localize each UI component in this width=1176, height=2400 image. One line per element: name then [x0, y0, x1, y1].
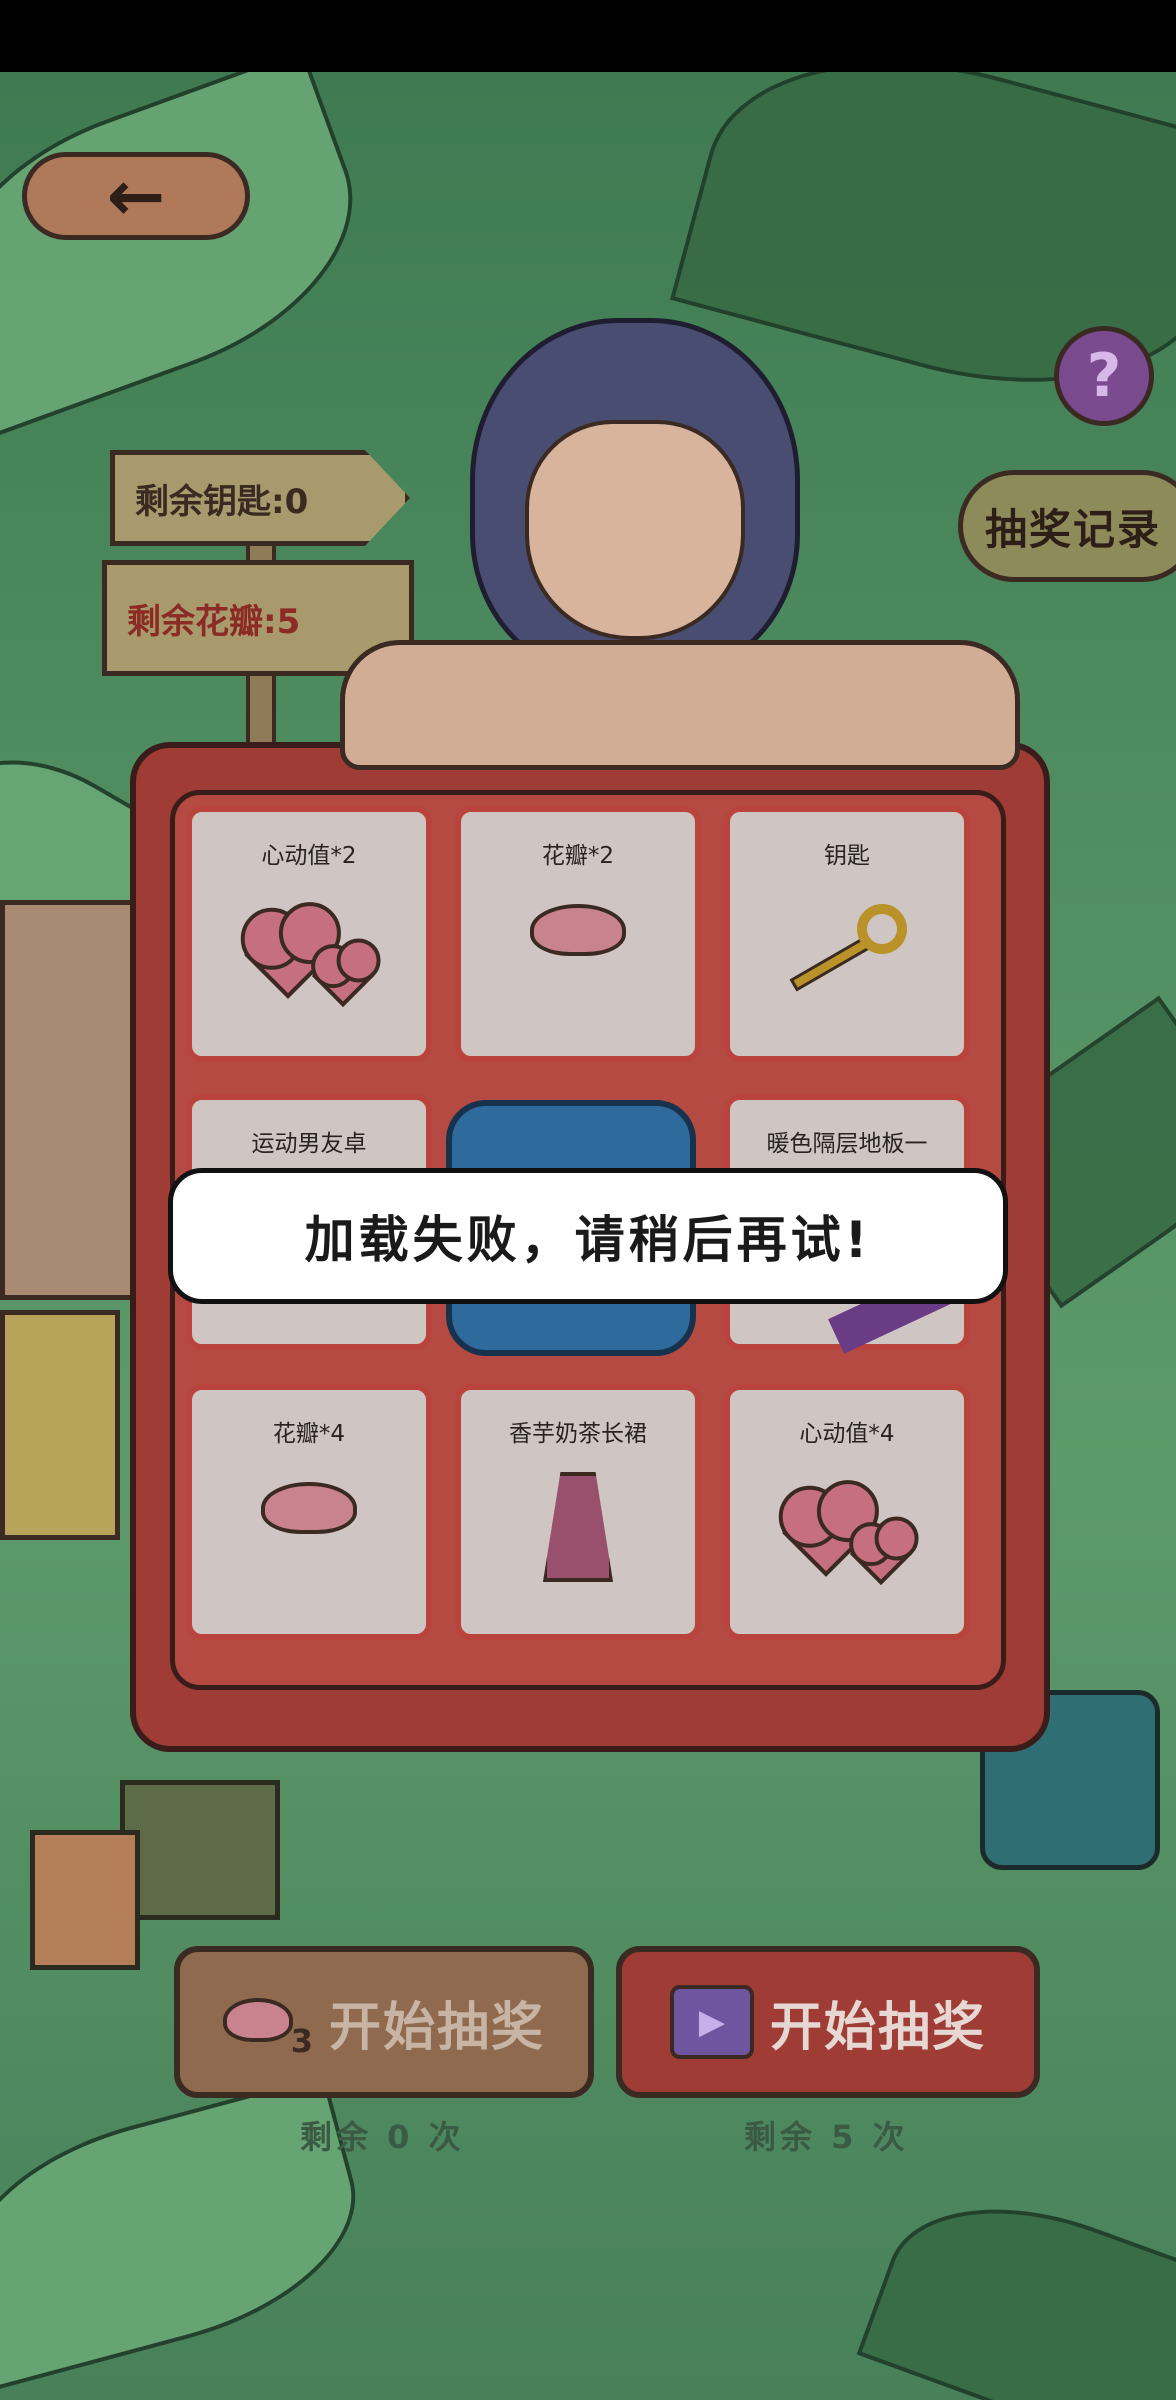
petals-remaining-label: 剩余花瓣:5 — [127, 601, 301, 642]
prize-label: 运动男友卓 — [251, 1131, 367, 1157]
prize-cell: 心动值*4 — [724, 1384, 970, 1640]
petal-icon — [261, 1482, 357, 1534]
prize-label: 香芋奶茶长裙 — [509, 1421, 647, 1447]
video-icon: ▶ — [669, 1985, 754, 2059]
keys-sign: 剩余钥匙:0 — [110, 450, 410, 546]
prize-cell: 钥匙 — [724, 806, 970, 1062]
draw-record-button[interactable]: 抽奖记录 — [958, 470, 1176, 582]
error-toast: 加载失败，请稍后再试! — [168, 1168, 1008, 1304]
prize-cell: 心动值*2 — [186, 806, 432, 1062]
prize-label: 心动值*2 — [261, 843, 357, 869]
help-button[interactable]: ? — [1054, 326, 1154, 426]
key-icon — [787, 904, 907, 992]
leaf-decoration — [856, 2166, 1176, 2400]
petal-remaining-count: 剩余 0 次 — [300, 2118, 465, 2156]
prize-cell: 香芋奶茶长裙 — [455, 1384, 701, 1640]
prize-label: 暖色隔层地板一 — [766, 1131, 928, 1157]
hearts-icon — [239, 904, 379, 1008]
character-arms — [340, 640, 1020, 770]
prize-label: 钥匙 — [824, 843, 870, 869]
lamp-decoration — [0, 1310, 120, 1540]
hearts-icon — [777, 1482, 917, 1586]
video-remaining-count: 剩余 5 次 — [744, 2118, 909, 2156]
play-icon: ▶ — [698, 2002, 726, 2042]
prize-label: 花瓣*4 — [272, 1421, 346, 1447]
petal-draw-button[interactable]: 3 开始抽奖 — [174, 1946, 594, 2098]
keys-remaining-label: 剩余钥匙:0 — [135, 481, 309, 522]
character-face — [525, 420, 745, 640]
question-icon: ? — [1086, 341, 1122, 411]
back-button[interactable]: ← — [22, 152, 250, 240]
petal-icon — [530, 904, 626, 956]
video-draw-button[interactable]: ▶ 开始抽奖 — [616, 1946, 1040, 2098]
status-bar — [0, 0, 1176, 72]
crate-decoration — [120, 1780, 280, 1920]
prize-label: 心动值*4 — [799, 1421, 895, 1447]
petal-icon: 3 — [222, 1992, 313, 2060]
prize-label: 花瓣*2 — [541, 843, 615, 869]
cabinet-decoration — [0, 900, 140, 1300]
draw-record-label: 抽奖记录 — [985, 504, 1162, 554]
prize-cell: 花瓣*2 — [455, 806, 701, 1062]
skirt-icon — [543, 1472, 613, 1582]
video-draw-label: 开始抽奖 — [769, 1997, 986, 2058]
petal-cost: 3 — [290, 2022, 313, 2060]
toast-message: 加载失败，请稍后再试! — [304, 1211, 872, 1269]
leaf-decoration — [0, 72, 392, 436]
back-arrow-icon: ← — [106, 155, 166, 237]
prize-cell: 花瓣*4 — [186, 1384, 432, 1640]
crate-decoration — [30, 1830, 140, 1970]
petal-draw-label: 开始抽奖 — [328, 1997, 545, 2058]
